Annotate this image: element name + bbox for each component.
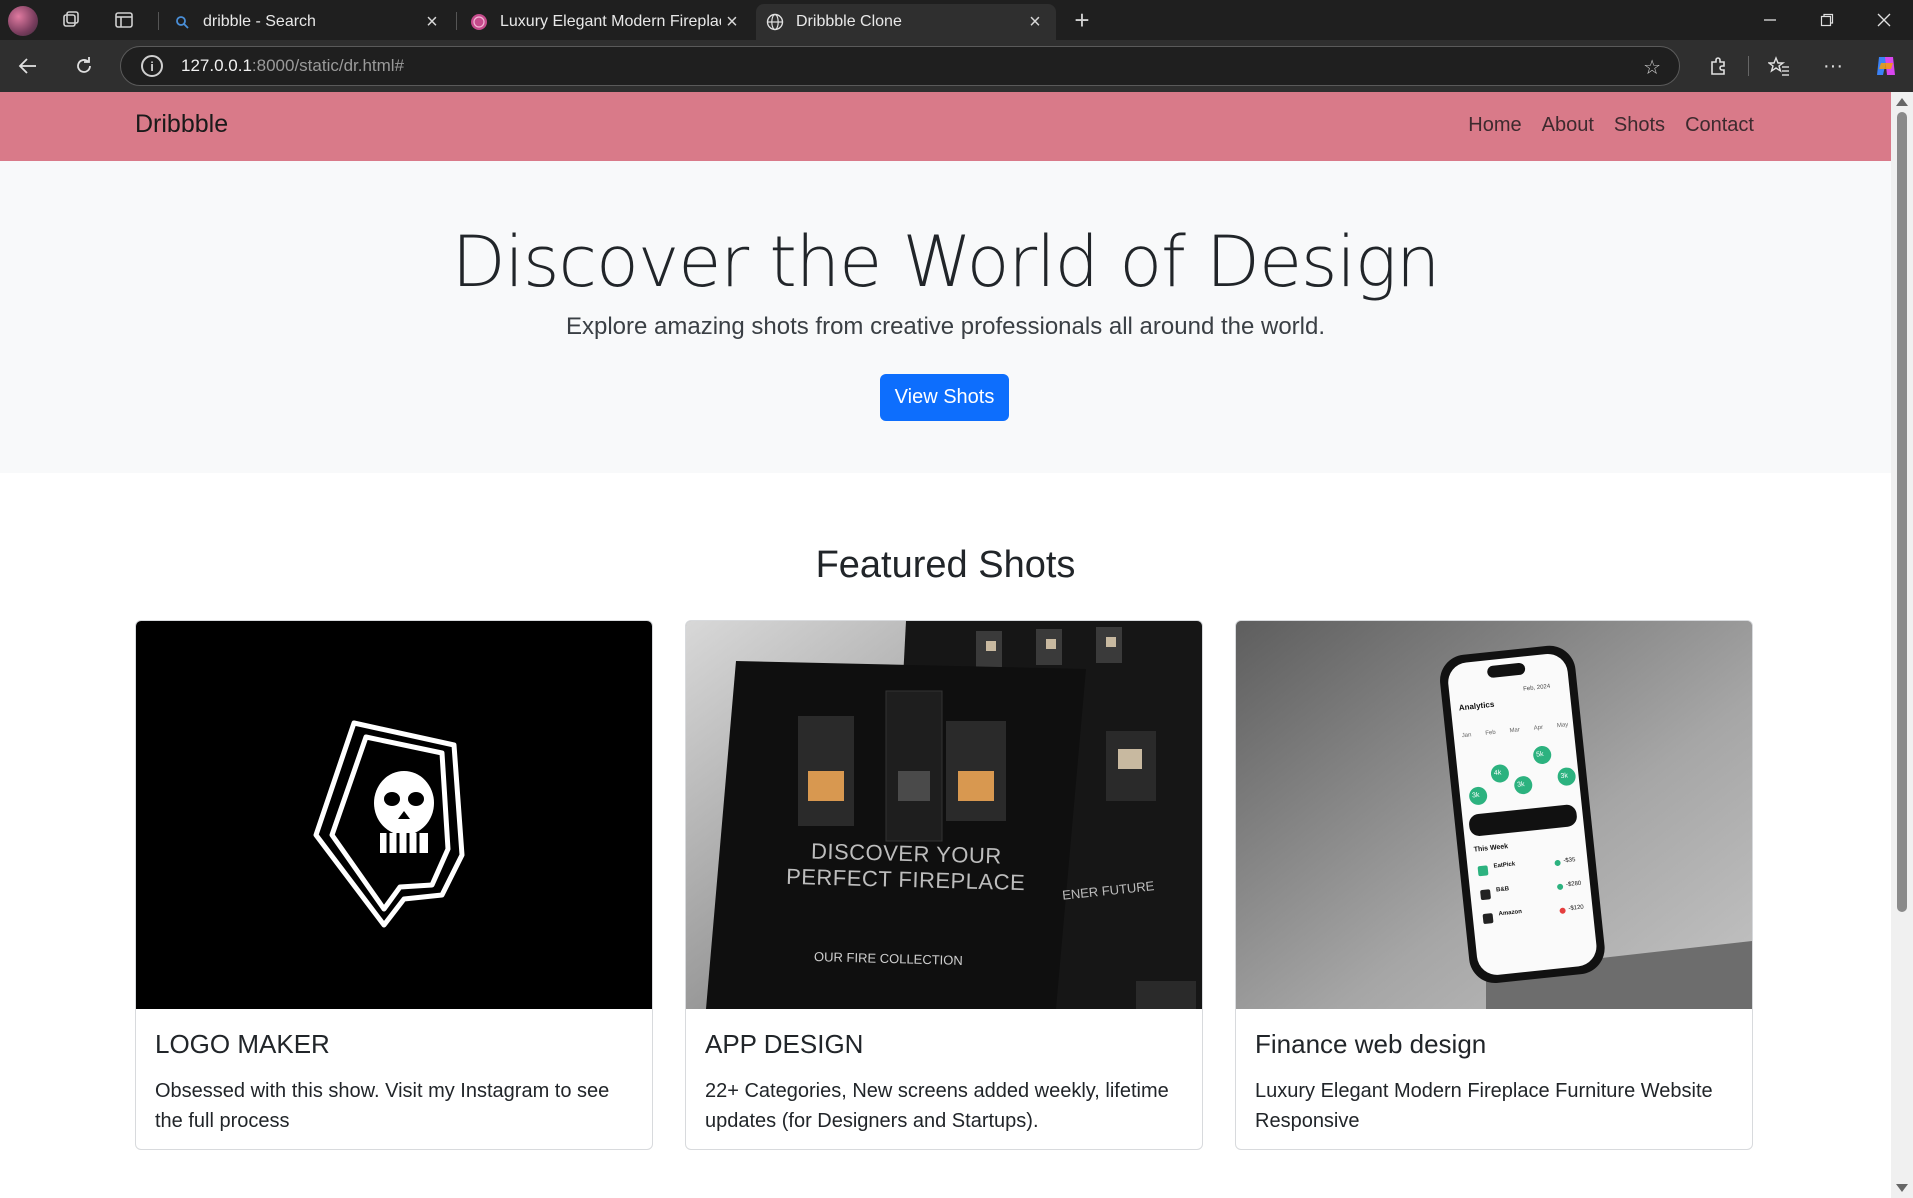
fireplace-headline: DISCOVER YOUR PERFECT FIREPLACE xyxy=(785,838,1026,896)
site-navbar: Dribbble Home About Shots Contact xyxy=(0,92,1891,161)
finance-phone-image: Analytics Feb, 2024 Jan Feb Mar Apr May 3k 4… xyxy=(1236,621,1752,1009)
shot-card[interactable]: LOGO MAKER Obsessed with this show. Visi… xyxy=(135,620,653,1150)
hero-subtitle: Explore amazing shots from creative prof… xyxy=(565,313,1326,340)
copilot-icon[interactable] xyxy=(1868,50,1904,82)
featured-shots-title: Featured Shots xyxy=(815,544,1076,586)
nav-link-contact[interactable]: Contact xyxy=(1685,114,1754,137)
tab-fireplace[interactable]: Luxury Elegant Modern Fireplace × xyxy=(460,4,753,40)
view-shots-button[interactable]: View Shots xyxy=(880,374,1009,421)
hero-title: Discover the World of Design xyxy=(451,221,1441,303)
nav-link-home[interactable]: Home xyxy=(1468,114,1521,137)
search-icon xyxy=(173,13,191,31)
vertical-tabs-icon[interactable] xyxy=(110,8,138,32)
close-window-icon[interactable] xyxy=(1860,4,1908,36)
reload-icon[interactable] xyxy=(66,50,102,82)
brand-logo[interactable]: Dribbble xyxy=(135,110,228,139)
tab-search[interactable]: dribble - Search × xyxy=(163,4,453,40)
more-menu-icon[interactable]: ··· xyxy=(1815,50,1851,82)
workspaces-icon[interactable] xyxy=(57,8,85,32)
close-tab-icon[interactable]: × xyxy=(721,11,743,34)
back-icon[interactable] xyxy=(10,50,46,82)
scroll-thumb[interactable] xyxy=(1897,112,1907,912)
card-title: Finance web design xyxy=(1255,1029,1487,1059)
card-text: Obsessed with this show. Visit my Instag… xyxy=(155,1080,610,1132)
new-tab-icon[interactable]: + xyxy=(1068,5,1096,35)
scroll-up-icon[interactable] xyxy=(1896,98,1908,106)
fireplace-site-image: DISCOVER YOUR PERFECT FIREPLACE OUR FIRE… xyxy=(686,621,1202,1009)
url-path: :8000/static/dr.html# xyxy=(251,56,405,75)
close-tab-icon[interactable]: × xyxy=(1024,11,1046,34)
browser-tab-bar: dribble - Search × Luxury Elegant Modern… xyxy=(0,0,1913,40)
page-viewport: Dribbble Home About Shots Contact Discov… xyxy=(0,92,1891,1198)
minimize-icon[interactable] xyxy=(1746,4,1794,36)
page-scrollbar[interactable] xyxy=(1891,92,1913,1198)
restore-icon[interactable] xyxy=(1803,4,1851,36)
card-title: LOGO MAKER xyxy=(155,1029,330,1059)
tab-title: Luxury Elegant Modern Fireplace xyxy=(500,13,721,30)
phone-screen-text: Analytics Feb, 2024 Jan Feb Mar Apr May 3k 4… xyxy=(1458,683,1585,918)
tab-title: Dribbble Clone xyxy=(796,13,902,30)
profile-avatar[interactable] xyxy=(8,6,38,36)
url-host: 127.0.0.1 xyxy=(181,56,252,75)
dribbble-icon xyxy=(470,13,488,31)
favorites-icon[interactable] xyxy=(1761,50,1797,82)
globe-icon xyxy=(766,13,784,31)
card-text: Luxury Elegant Modern Fireplace Furnitur… xyxy=(1255,1080,1713,1132)
close-tab-icon[interactable]: × xyxy=(421,11,443,34)
address-toolbar: i 127.0.0.1:8000/static/dr.html# ☆ ··· xyxy=(0,40,1913,92)
scroll-down-icon[interactable] xyxy=(1896,1184,1908,1192)
hero-section: Discover the World of Design Explore ama… xyxy=(0,161,1891,473)
shot-card[interactable]: DISCOVER YOUR PERFECT FIREPLACE OUR FIRE… xyxy=(685,620,1203,1150)
nav-link-shots[interactable]: Shots xyxy=(1614,114,1665,137)
card-title: APP DESIGN xyxy=(705,1029,864,1059)
tab-title: dribble - Search xyxy=(203,13,316,30)
card-text: 22+ Categories, New screens added weekly… xyxy=(705,1080,1169,1132)
shot-card[interactable]: Analytics Feb, 2024 Jan Feb Mar Apr May 3k 4… xyxy=(1235,620,1753,1150)
nav-links: Home About Shots Contact xyxy=(1468,114,1754,137)
tab-dribbble-clone[interactable]: Dribbble Clone × xyxy=(756,4,1056,40)
extensions-icon[interactable] xyxy=(1700,50,1736,82)
site-info-icon[interactable]: i xyxy=(141,55,163,77)
url-bar[interactable]: i 127.0.0.1:8000/static/dr.html# ☆ xyxy=(120,46,1680,86)
logo-maker-image xyxy=(136,621,652,1009)
nav-link-about[interactable]: About xyxy=(1542,114,1594,137)
favorite-star-icon[interactable]: ☆ xyxy=(1643,55,1661,80)
